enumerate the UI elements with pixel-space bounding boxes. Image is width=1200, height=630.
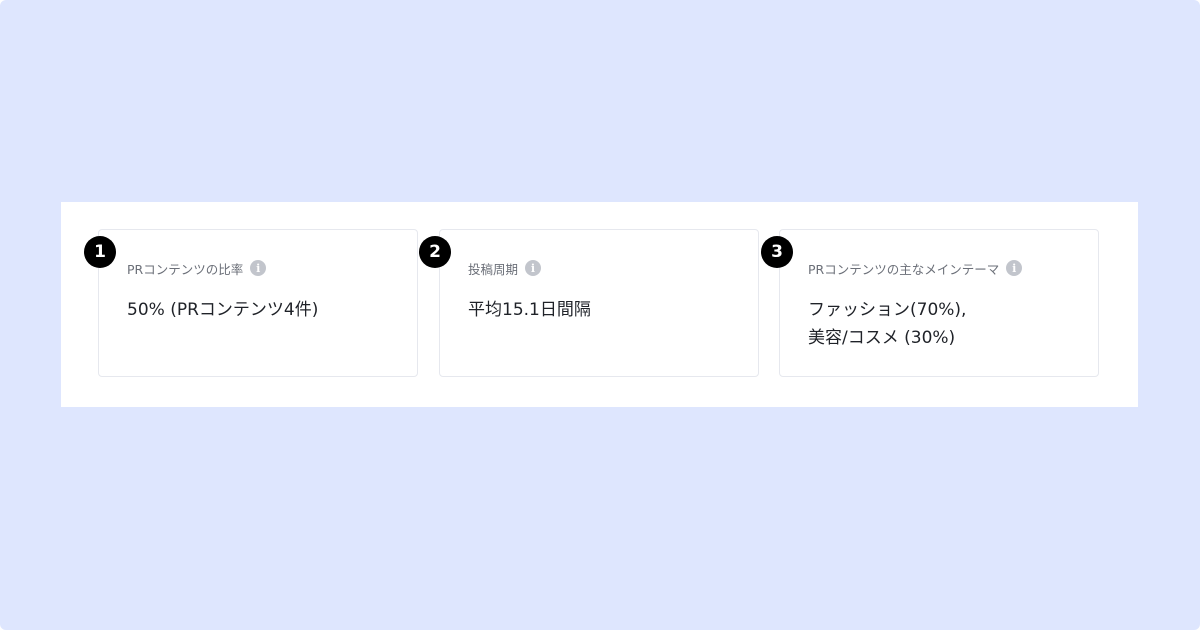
info-icon[interactable]: i: [250, 260, 267, 276]
stat-card-main-theme: PRコンテンツの主なメインテーマ i ファッション(70%), 美容/コスメ (…: [779, 229, 1099, 377]
card-label-row: PRコンテンツの主なメインテーマ i: [808, 260, 1023, 277]
stats-panel: PRコンテンツの比率 i 50% (PRコンテンツ4件) 投稿周期 i 平均15…: [61, 202, 1138, 407]
card-value-line: ファッション(70%),: [808, 300, 967, 320]
card-value-line: 50% (PRコンテンツ4件): [127, 300, 319, 320]
card-value: 50% (PRコンテンツ4件): [127, 296, 318, 324]
stat-card-pr-ratio: PRコンテンツの比率 i 50% (PRコンテンツ4件): [98, 229, 418, 377]
step-number-badge: 2: [419, 236, 451, 268]
card-value: ファッション(70%), 美容/コスメ (30%): [808, 296, 966, 352]
card-label: PRコンテンツの比率: [127, 261, 244, 277]
card-label-row: 投稿周期 i: [468, 260, 542, 277]
card-value-line: 平均15.1日間隔: [468, 300, 591, 320]
info-icon[interactable]: i: [525, 260, 542, 276]
step-number-badge: 3: [761, 236, 793, 268]
card-label-row: PRコンテンツの比率 i: [127, 260, 267, 277]
card-value-line: 美容/コスメ (30%): [808, 328, 956, 348]
step-number-badge: 1: [84, 236, 116, 268]
card-label: PRコンテンツの主なメインテーマ: [808, 261, 1000, 277]
stat-card-post-interval: 投稿周期 i 平均15.1日間隔: [439, 229, 759, 377]
card-value: 平均15.1日間隔: [468, 296, 591, 324]
info-icon[interactable]: i: [1006, 260, 1023, 276]
card-label: 投稿周期: [468, 261, 519, 277]
